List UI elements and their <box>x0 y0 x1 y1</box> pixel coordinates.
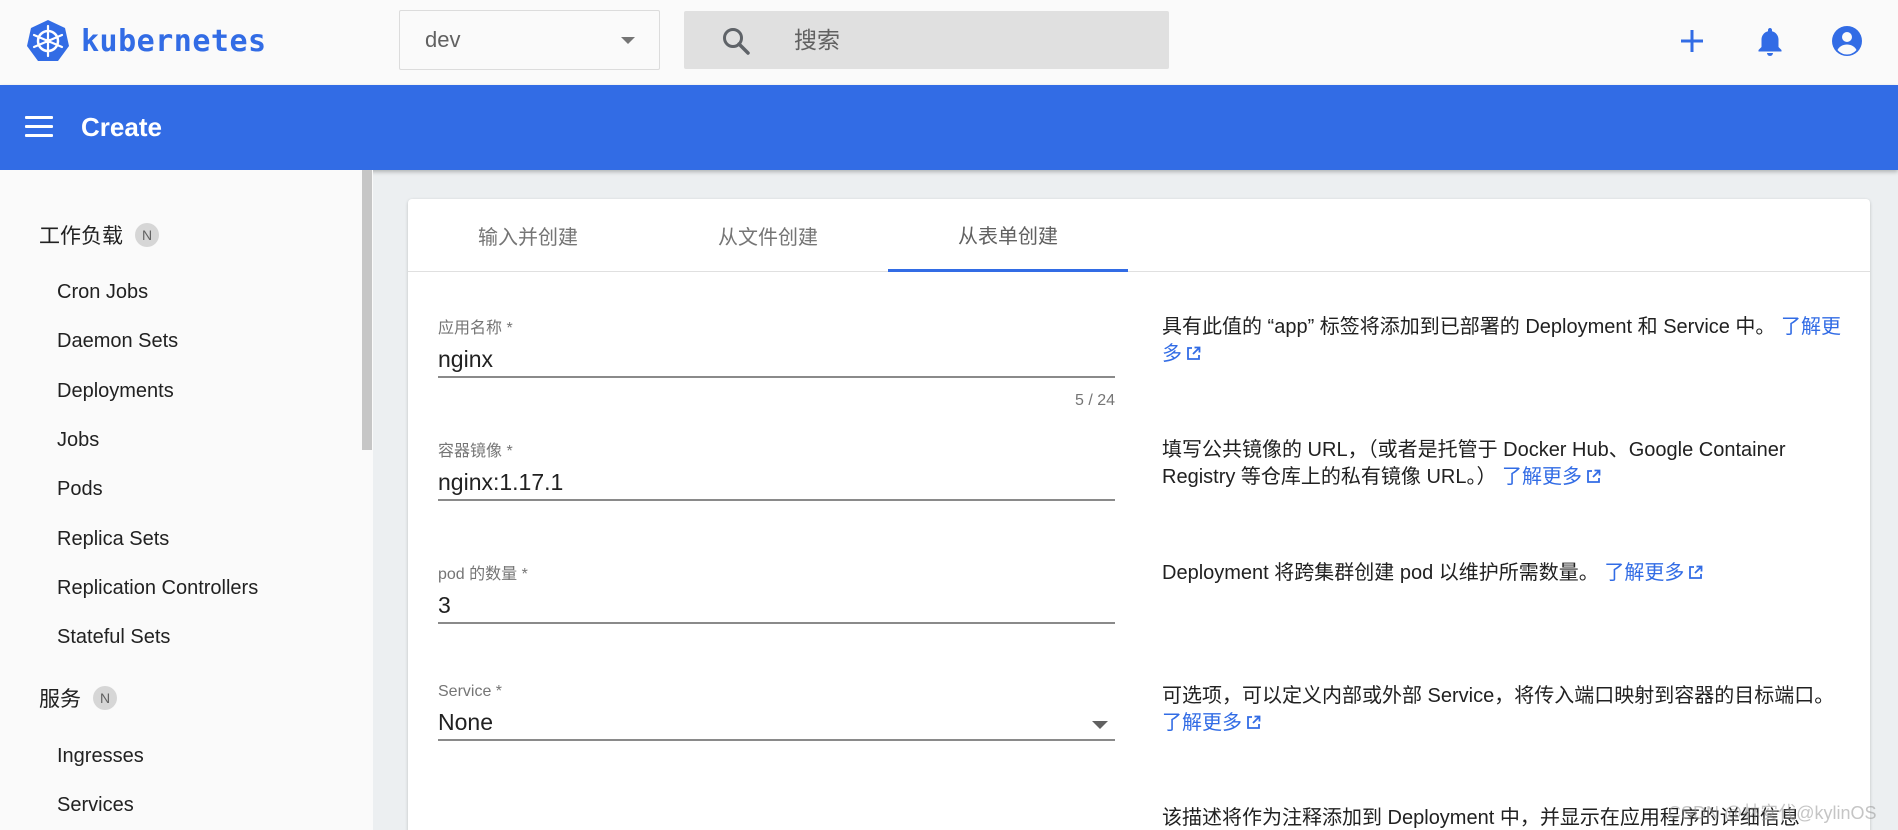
help-text: Deployment 将跨集群创建 pod 以维护所需数量。 <box>1162 562 1599 584</box>
plus-icon <box>1681 30 1703 52</box>
create-button[interactable] <box>1673 22 1711 60</box>
search-bar <box>684 11 1169 69</box>
sidebar-section-services[interactable]: 服务 N <box>39 683 117 713</box>
app-name-help: 具有此值的 “app” 标签将添加到已部署的 Deployment 和 Serv… <box>1162 314 1857 368</box>
learn-more-link[interactable]: 了解更多 <box>1604 562 1703 584</box>
service-field[interactable]: Service * None <box>438 683 1115 741</box>
pod-count-field[interactable]: pod 的数量 * 3 <box>438 560 1115 624</box>
app-name-input[interactable]: nginx <box>438 344 1115 378</box>
sidebar-item-stateful-sets[interactable]: Stateful Sets <box>57 626 170 649</box>
hamburger-menu-icon[interactable] <box>25 116 53 138</box>
container-image-field[interactable]: 容器镜像 * nginx:1.17.1 <box>438 437 1115 501</box>
external-link-icon <box>1247 715 1261 729</box>
container-image-help: 填写公共镜像的 URL，（或者是托管于 Docker Hub、Google Co… <box>1162 437 1857 491</box>
tab-input-create[interactable]: 输入并创建 <box>408 199 648 272</box>
sidebar-item-deployments[interactable]: Deployments <box>57 380 174 403</box>
container-image-input[interactable]: nginx:1.17.1 <box>438 467 1115 501</box>
external-link-icon <box>1587 469 1601 483</box>
bell-icon <box>1758 28 1782 56</box>
create-tabs: 输入并创建 从文件创建 从表单创建 <box>408 199 1870 272</box>
help-text: 可选项，可以定义内部或外部 Service，将传入端口映射到容器的目标端口。 <box>1162 685 1835 707</box>
service-help: 可选项，可以定义内部或外部 Service，将传入端口映射到容器的目标端口。 了… <box>1162 683 1857 737</box>
sidebar-item-services[interactable]: Services <box>57 794 134 817</box>
namespace-selector[interactable]: dev <box>399 10 660 70</box>
external-link-icon <box>1187 346 1201 360</box>
external-link-icon <box>1689 565 1703 579</box>
account-circle-icon <box>1832 26 1862 56</box>
sidebar: 工作负载 N Cron Jobs Daemon Sets Deployments… <box>0 170 373 830</box>
watermark: CSDN @林安代@kylinOS <box>1668 803 1877 823</box>
namespaced-badge: N <box>93 686 117 710</box>
container-image-label: 容器镜像 * <box>438 443 513 460</box>
dropdown-arrow-icon <box>621 37 635 44</box>
service-label: Service * <box>438 683 503 700</box>
kubernetes-helm-icon <box>27 20 69 61</box>
help-text: 具有此值的 “app” 标签将添加到已部署的 Deployment 和 Serv… <box>1162 316 1776 338</box>
search-input[interactable] <box>794 11 1154 69</box>
sidebar-item-ingresses[interactable]: Ingresses <box>57 745 144 768</box>
learn-more-link[interactable]: 了解更多 <box>1502 466 1601 488</box>
sidebar-item-daemon-sets[interactable]: Daemon Sets <box>57 330 178 353</box>
top-bar: kubernetes dev <box>0 0 1898 85</box>
create-card: 输入并创建 从文件创建 从表单创建 应用名称 * nginx 5 / 24 具有… <box>408 199 1870 830</box>
tab-file-create[interactable]: 从文件创建 <box>648 199 888 272</box>
account-button[interactable] <box>1828 22 1866 60</box>
app-name-field[interactable]: 应用名称 * nginx 5 / 24 <box>438 314 1115 409</box>
namespaced-badge: N <box>135 223 159 247</box>
service-select[interactable]: None <box>438 707 1115 741</box>
section-label: 服务 <box>39 688 81 711</box>
search-icon <box>723 28 750 55</box>
tab-form-create[interactable]: 从表单创建 <box>888 199 1128 272</box>
pod-count-label: pod 的数量 * <box>438 566 528 583</box>
char-counter: 5 / 24 <box>1074 392 1115 409</box>
sidebar-item-replication-controllers[interactable]: Replication Controllers <box>57 577 258 600</box>
pod-count-help: Deployment 将跨集群创建 pod 以维护所需数量。 了解更多 <box>1162 560 1857 587</box>
app-bar: Create <box>0 85 1898 170</box>
app-name-label: 应用名称 * <box>438 320 513 337</box>
sidebar-scrollbar[interactable] <box>362 170 372 450</box>
dropdown-arrow-icon <box>1092 721 1108 729</box>
sidebar-item-pods[interactable]: Pods <box>57 478 103 501</box>
help-text: 填写公共镜像的 URL，（或者是托管于 Docker Hub、Google Co… <box>1162 439 1786 488</box>
page-title: Create <box>81 112 162 142</box>
kubernetes-logo[interactable]: kubernetes <box>25 17 267 65</box>
pod-count-input[interactable]: 3 <box>438 590 1115 624</box>
sidebar-item-replica-sets[interactable]: Replica Sets <box>57 528 169 551</box>
notifications-button[interactable] <box>1751 22 1789 60</box>
service-value: None <box>438 709 493 735</box>
namespace-value: dev <box>425 27 461 52</box>
learn-more-link[interactable]: 了解更多 <box>1162 712 1261 734</box>
sidebar-item-jobs[interactable]: Jobs <box>57 429 99 452</box>
logo-text: kubernetes <box>81 23 267 59</box>
sidebar-section-workloads[interactable]: 工作负载 N <box>39 220 159 250</box>
section-label: 工作负载 <box>39 225 123 248</box>
sidebar-item-cron-jobs[interactable]: Cron Jobs <box>57 281 148 304</box>
